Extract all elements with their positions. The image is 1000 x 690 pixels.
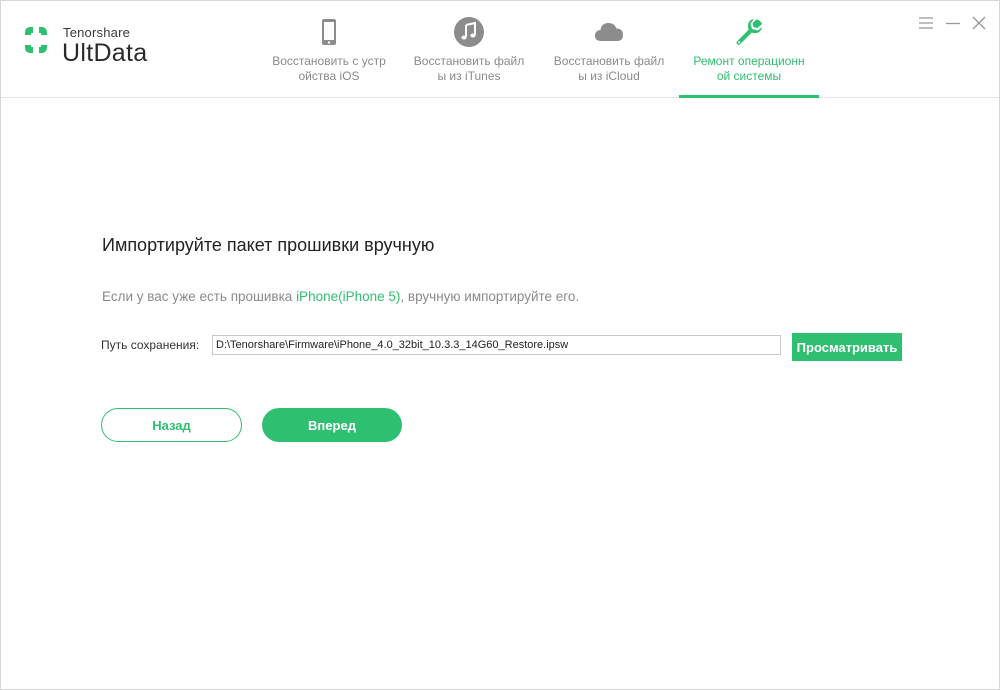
minimize-icon[interactable]: [945, 15, 961, 31]
window-controls: [912, 15, 987, 35]
tab-recover-itunes[interactable]: Восстановить файл ы из iTunes: [399, 1, 539, 97]
save-path-label: Путь сохранения:: [101, 338, 200, 352]
app-window: Tenorshare UltData Восстановить с устр о…: [0, 0, 1000, 690]
browse-button[interactable]: Просматривать: [792, 333, 902, 361]
header: Tenorshare UltData Восстановить с устр о…: [1, 1, 999, 98]
tab-label: Восстановить файл ы из iCloud: [553, 54, 665, 83]
ultdata-logo-icon: [25, 27, 47, 53]
wrench-icon: [736, 19, 762, 45]
save-path-input[interactable]: [212, 335, 781, 355]
tab-recover-icloud[interactable]: Восстановить файл ы из iCloud: [539, 1, 679, 97]
back-button[interactable]: Назад: [101, 408, 242, 442]
cloud-icon: [595, 23, 623, 41]
phone-icon: [322, 19, 336, 45]
description-text: Если у вас уже есть прошивка: [102, 289, 297, 304]
menu-icon[interactable]: [918, 15, 934, 31]
next-button[interactable]: Вперед: [262, 408, 402, 442]
tab-recover-ios-device[interactable]: Восстановить с устр ойства iOS: [259, 1, 399, 97]
tab-label: Восстановить с устр ойства iOS: [272, 54, 386, 83]
brand-company: Tenorshare: [63, 25, 131, 40]
tab-label: Восстановить файл ы из iTunes: [413, 54, 525, 83]
device-model: iPhone(iPhone 5): [296, 289, 401, 304]
description: Если у вас уже есть прошивка iPhone(iPho…: [102, 289, 579, 304]
description-text-end: , вручную импортируйте его.: [400, 289, 580, 304]
close-icon[interactable]: [971, 15, 987, 31]
brand-product: UltData: [62, 39, 148, 67]
tab-repair-os[interactable]: Ремонт операционн ой системы: [679, 1, 819, 98]
page-title: Импортируйте пакет прошивки вручную: [102, 235, 435, 255]
music-note-icon: [454, 17, 484, 47]
tab-label: Ремонт операционн ой системы: [693, 54, 805, 83]
